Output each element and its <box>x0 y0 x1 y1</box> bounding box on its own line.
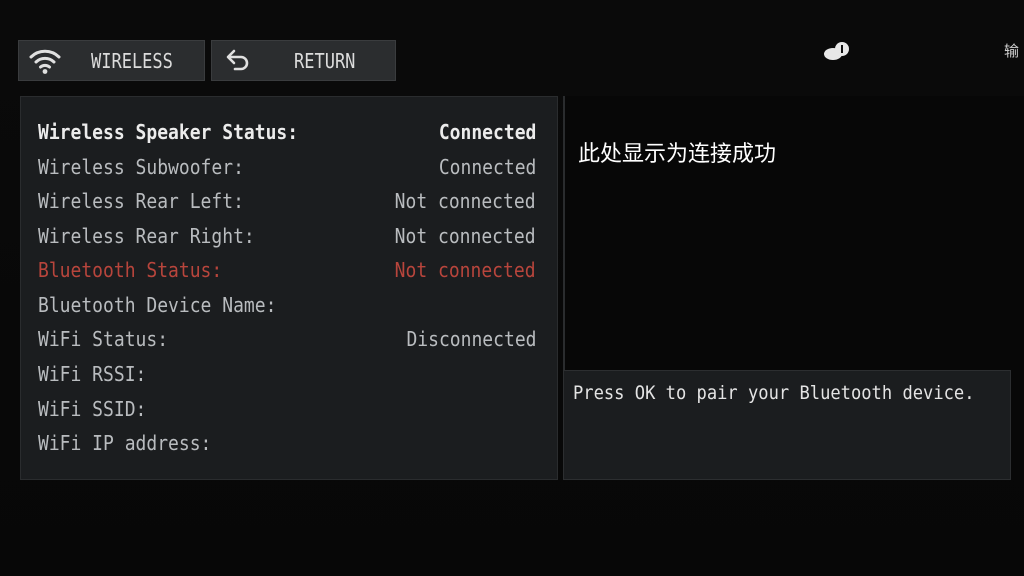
wireless-button-label: WIRELESS <box>91 48 173 73</box>
status-label: Wireless Subwoofer: <box>38 155 244 179</box>
status-row-bluetooth: Bluetooth Status: Not connected <box>38 255 536 285</box>
status-value: Connected <box>438 120 536 144</box>
settings-screen: WIRELESS RETURN 输 Wireless Speaker Statu… <box>0 0 1024 576</box>
status-row-rear-right: Wireless Rear Right: Not connected <box>38 221 536 251</box>
status-row-wifi-ip: WiFi IP address: <box>38 428 536 458</box>
wifi-icon <box>25 40 65 81</box>
status-label: Bluetooth Device Name: <box>38 293 277 317</box>
return-button[interactable]: RETURN <box>211 40 396 81</box>
status-label: Wireless Speaker Status: <box>38 120 299 144</box>
wireless-button[interactable]: WIRELESS <box>18 40 205 81</box>
status-label: Wireless Rear Left: <box>38 189 244 213</box>
status-row-speaker: Wireless Speaker Status: Connected <box>38 117 536 147</box>
status-label: WiFi IP address: <box>38 431 212 455</box>
return-button-label: RETURN <box>294 48 356 73</box>
status-value: Connected <box>438 155 536 179</box>
status-row-subwoofer: Wireless Subwoofer: Connected <box>38 152 536 182</box>
status-value: Not connected <box>395 189 536 213</box>
wireless-status-panel: Wireless Speaker Status: Connected Wirel… <box>20 96 558 480</box>
status-row-wifi-status: WiFi Status: Disconnected <box>38 324 536 354</box>
status-label: WiFi RSSI: <box>38 362 147 386</box>
annotation-text: 此处显示为连接成功 <box>578 142 777 167</box>
pairing-hint: Press OK to pair your Bluetooth device. <box>573 382 975 404</box>
status-row-wifi-rssi: WiFi RSSI: <box>38 359 536 389</box>
status-value: Not connected <box>395 224 536 248</box>
status-value: Not connected <box>395 258 536 282</box>
corner-label: 输 <box>1004 42 1020 60</box>
return-arrow-icon <box>218 40 258 81</box>
status-label: Bluetooth Status: <box>38 258 223 282</box>
status-label: Wireless Rear Right: <box>38 224 255 248</box>
status-label: WiFi Status: <box>38 327 169 351</box>
status-value: Disconnected <box>405 327 536 351</box>
hint-panel: Press OK to pair your Bluetooth device. <box>563 370 1011 480</box>
status-label: WiFi SSID: <box>38 397 147 421</box>
status-row-wifi-ssid: WiFi SSID: <box>38 394 536 424</box>
input-source-icon <box>822 40 852 64</box>
status-row-bluetooth-name: Bluetooth Device Name: <box>38 290 536 320</box>
status-row-rear-left: Wireless Rear Left: Not connected <box>38 186 536 216</box>
